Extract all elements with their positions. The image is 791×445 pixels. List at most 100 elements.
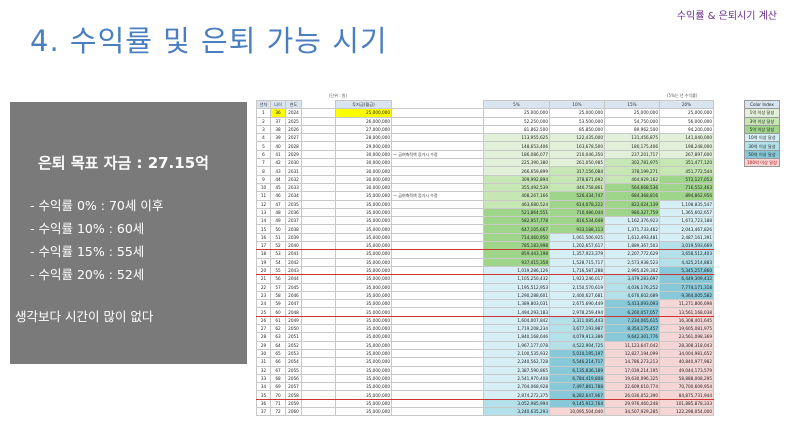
table-cell: 19,605,081,975 xyxy=(659,323,714,334)
corner-label: 수익률 & 은퇴시기 계산 xyxy=(676,11,777,22)
rate-list: - 수익률 0% : 70세 이후 - 수익률 10% : 60세 - 수익률 … xyxy=(30,195,163,287)
table-cell: 67 xyxy=(270,365,286,375)
table-cell: 3,240,635,293 xyxy=(483,406,550,417)
table-cell: 47 xyxy=(270,199,286,209)
spacer-cell xyxy=(301,108,336,118)
unit-note: (단위 : 원) xyxy=(329,93,348,98)
table-cell: 2047 xyxy=(285,299,302,309)
spacer-cell xyxy=(301,373,336,384)
table-cell: 2052 xyxy=(285,340,302,350)
table-row: 5 40 2028 29,000,000 148,653,406 163,678,500 1… xyxy=(256,141,714,151)
table-cell: 60 xyxy=(270,307,286,317)
table-cell: 302,781,975 xyxy=(604,158,660,168)
table-cell: 3 xyxy=(256,124,271,135)
col-header: 나이 xyxy=(270,99,286,110)
spacer-cell xyxy=(301,224,336,234)
table-cell: 26 xyxy=(256,315,271,326)
table-cell: 2055 xyxy=(285,365,302,375)
table-cell: 816,534,648 xyxy=(549,216,605,226)
spacer-cell xyxy=(301,382,336,392)
table-cell: 35,000,000 xyxy=(335,332,392,342)
memo-cell: — 급여축적액 증가시 수정 xyxy=(391,191,484,201)
table-cell: 2028 xyxy=(285,141,302,151)
spacer-cell xyxy=(301,241,336,251)
table-cell: 28,308,318,043 xyxy=(659,340,714,350)
table-cell: 64 xyxy=(270,340,286,350)
table-cell: 10,095,504,040 xyxy=(549,406,605,417)
legend-item: 10억 이상 달성 xyxy=(744,133,780,143)
memo-cell xyxy=(391,390,484,400)
page-title: 4. 수익률 및 은퇴 가능 시기 xyxy=(30,24,388,58)
table-cell: 582,957,778 xyxy=(483,216,550,226)
table-cell: 1,673,723,188 xyxy=(659,216,714,226)
table-cell: 35,000,000 xyxy=(335,348,392,359)
table-cell: 35,000,000 xyxy=(335,207,392,218)
table-row: 16 51 2039 35,000,000 714,460,950 1,061,506,9… xyxy=(256,232,714,243)
table-cell: 2,487,161,391 xyxy=(659,232,714,243)
table-row: 19 54 2042 35,000,000 937,415,358 1,528,715,7… xyxy=(256,257,714,267)
table-cell: 30,000,000 xyxy=(335,166,392,176)
legend-item: 3억 이상 달성 xyxy=(744,116,780,126)
rate-note: (5%는 년 수익률) xyxy=(667,93,698,98)
table-cell: 58 xyxy=(270,290,286,301)
spacer-cell xyxy=(301,340,336,350)
table-row: 17 52 2040 35,000,000 785,183,998 1,202,657,6… xyxy=(256,241,714,251)
memo-cell xyxy=(391,141,484,151)
table-row: 28 63 2051 35,000,000 1,840,168,646 4,079,913… xyxy=(256,332,714,342)
spacer-cell xyxy=(301,307,336,317)
table-cell: 521,864,551 xyxy=(483,207,550,218)
table-cell: 2039 xyxy=(285,232,302,243)
table-cell: 2042 xyxy=(285,257,302,267)
table-row: 15 50 2038 35,000,000 647,105,667 933,188,113… xyxy=(256,224,714,234)
table-cell: 25,000,000 xyxy=(335,108,392,118)
table-cell: 2030 xyxy=(285,158,302,168)
table-cell: 309,992,894 xyxy=(483,174,550,184)
table-cell: 267,897,600 xyxy=(659,149,714,160)
spacer-cell xyxy=(301,124,336,135)
table-cell: 2025 xyxy=(285,116,302,126)
table-cell: 8,282,647,967 xyxy=(549,390,605,400)
table-cell: 52,250,000 xyxy=(483,116,550,126)
table-cell: 980,327,759 xyxy=(604,207,660,218)
table-cell: 1,389,803,031 xyxy=(483,299,550,309)
table-cell: 26,000,000 xyxy=(335,116,392,126)
table-cell: 4 xyxy=(256,133,271,143)
col-header xyxy=(301,100,336,109)
table-cell: 13 xyxy=(256,207,271,218)
table-cell: 4,676,602,689 xyxy=(604,290,660,301)
table-cell: 378,871,692 xyxy=(549,174,605,184)
table-cell: 35,000,000 xyxy=(335,398,392,409)
table-row: 11 46 2034 35,000,000— 급여축적액 증가시 수정 408,267,… xyxy=(256,191,714,201)
table-cell: 378,199,271 xyxy=(604,166,660,176)
table-cell: 2033 xyxy=(285,182,302,193)
table-cell: 2,573,938,523 xyxy=(604,257,660,267)
table-cell: 50 xyxy=(270,224,286,234)
table-cell: 30,000,000 xyxy=(335,149,392,160)
table-row: 4 39 2027 28,000,000 113,955,625 122,435,000 1… xyxy=(256,133,714,143)
table-cell: 186,086,077 xyxy=(483,149,550,160)
table-cell: 41 xyxy=(270,149,286,160)
table-cell: 3,311,085,443 xyxy=(549,315,605,326)
table-row: 12 47 2035 35,000,000 463,680,524 614,078,222… xyxy=(256,199,714,209)
rate-item: - 수익률 20% : 52세 xyxy=(30,267,145,282)
table-cell: 1,105,250,432 xyxy=(483,274,550,284)
table-cell: 49,044,173,579 xyxy=(659,365,714,375)
table-row: 25 60 2048 35,000,000 1,494,293,183 2,978,259… xyxy=(256,307,714,317)
memo-cell xyxy=(391,216,484,226)
table-cell: 19,630,096,325 xyxy=(604,373,660,384)
memo-cell xyxy=(391,323,484,334)
table-cell: 30,000,000 xyxy=(335,182,392,193)
spacer-cell xyxy=(301,290,336,301)
table-cell: 1,108,835,547 xyxy=(659,199,714,209)
legend-item: 1억 이상 달성 xyxy=(744,108,780,118)
table-cell: 408,267,166 xyxy=(483,191,550,201)
table-cell: 17,039,214,195 xyxy=(604,365,660,375)
col-header: 5% xyxy=(483,99,550,110)
table-cell: 131,456,875 xyxy=(604,133,660,143)
table-cell: 23,561,098,369 xyxy=(659,332,714,342)
table-cell: 2031 xyxy=(285,166,302,176)
table-row: 37 72 2060 35,000,000 3,240,635,293 10,095,50… xyxy=(256,406,714,417)
col-header: 투자금(월급) xyxy=(335,99,392,110)
table-cell: 35,000,000 xyxy=(335,315,392,326)
table-cell: 10 xyxy=(256,182,271,193)
